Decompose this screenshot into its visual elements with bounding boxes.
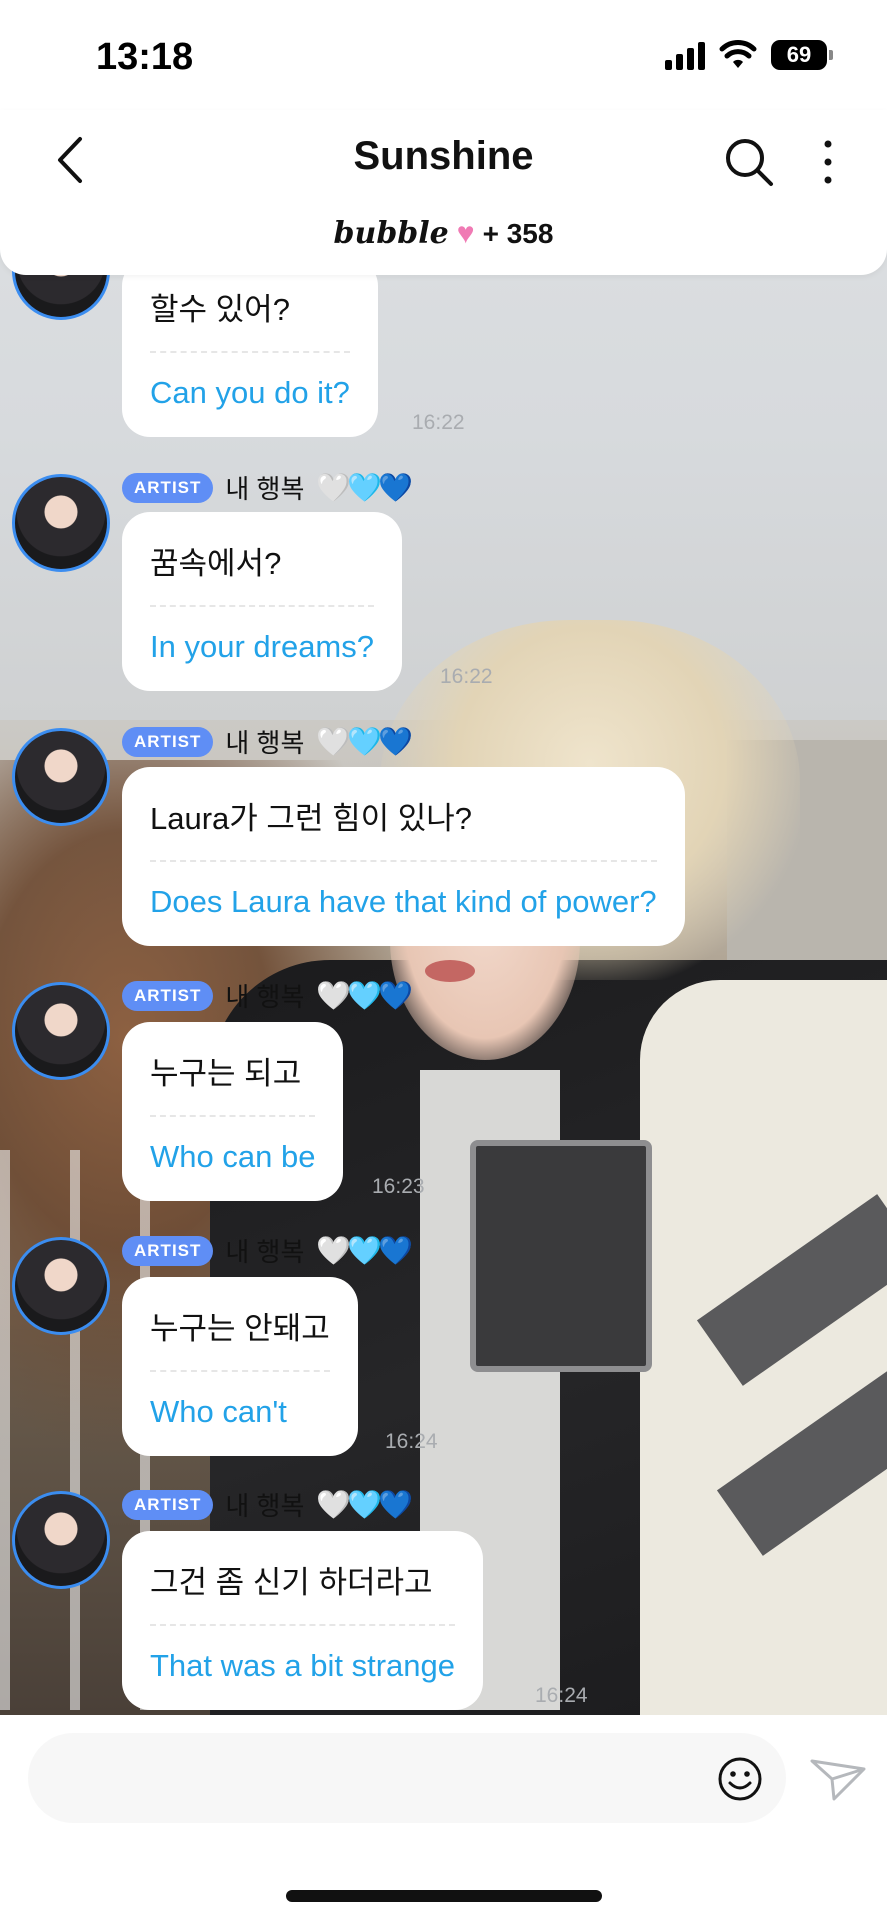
message-korean: Laura가 그런 힘이 있나? <box>150 801 473 836</box>
artist-badge: ARTIST <box>122 980 214 1011</box>
message-korean: 누구는 안돼고 <box>150 1311 330 1346</box>
message-translation: Can you do it? <box>150 375 350 410</box>
message-translation: Who can be <box>150 1139 316 1174</box>
search-icon <box>726 139 773 186</box>
hearts-emoji: 🤍🩵💙 <box>316 726 413 757</box>
more-vertical-icon <box>824 140 832 184</box>
send-icon[interactable] <box>808 1755 868 1803</box>
message-translation: Does Laura have that kind of power? <box>150 884 657 919</box>
message-bubble[interactable]: 꿈속에서? In your dreams? <box>122 512 402 691</box>
message-korean: 꿈속에서? <box>150 546 282 581</box>
sender-name: 내 행복 <box>225 982 305 1012</box>
wifi-icon <box>719 40 757 68</box>
heart-icon: ♥ <box>456 216 475 250</box>
subscription-info: bubble ♥ + 358 <box>0 216 887 251</box>
artist-badge: ARTIST <box>122 1235 214 1266</box>
avatar[interactable] <box>12 474 110 572</box>
sender-name: 내 행복 <box>225 1491 305 1521</box>
artist-badge: ARTIST <box>122 1489 214 1520</box>
message-korean: 그건 좀 신기 하더라고 <box>150 1565 433 1600</box>
message-bubble[interactable]: 할수 있어? Can you do it? <box>122 258 378 437</box>
more-button[interactable] <box>813 134 843 190</box>
sender-name: 내 행복 <box>225 474 305 504</box>
battery-icon: 69 <box>771 40 833 70</box>
search-button[interactable] <box>721 134 777 190</box>
hearts-emoji: 🤍🩵💙 <box>316 1489 413 1520</box>
sender-name: 내 행복 <box>225 1237 305 1267</box>
artist-badge: ARTIST <box>122 726 214 757</box>
message-translation: That was a bit strange <box>150 1648 455 1683</box>
message-time: 16:22 <box>440 665 493 688</box>
message-input[interactable] <box>28 1733 786 1823</box>
status-bar: 13:18 69 <box>0 0 887 110</box>
signal-icon <box>665 40 705 70</box>
hearts-emoji: 🤍🩵💙 <box>316 980 413 1011</box>
hearts-emoji: 🤍🩵💙 <box>316 1235 413 1266</box>
message-time: 16:23 <box>372 1175 425 1198</box>
emoji-icon[interactable] <box>716 1755 764 1803</box>
message-time: 16:24 <box>385 1430 438 1453</box>
status-time: 13:18 <box>96 36 194 78</box>
message-bubble[interactable]: 누구는 안돼고 Who can't <box>122 1277 358 1456</box>
message-time: 16:24 <box>535 1684 588 1707</box>
subscriber-count: + 358 <box>482 217 554 249</box>
message-bubble[interactable]: Laura가 그런 힘이 있나? Does Laura have that ki… <box>122 767 685 946</box>
avatar[interactable] <box>12 982 110 1080</box>
artist-badge: ARTIST <box>122 472 214 503</box>
home-indicator <box>286 1890 602 1902</box>
avatar[interactable] <box>12 728 110 826</box>
message-bubble[interactable]: 누구는 되고 Who can be <box>122 1022 344 1201</box>
hearts-emoji: 🤍🩵💙 <box>316 472 413 503</box>
message-bubble[interactable]: 그건 좀 신기 하더라고 That was a bit strange <box>122 1531 483 1710</box>
message-time: 16:22 <box>412 411 465 434</box>
brand-logo: bubble <box>333 216 449 251</box>
message-translation: Who can't <box>150 1394 287 1429</box>
avatar[interactable] <box>12 1491 110 1589</box>
sender-name: 내 행복 <box>225 728 305 758</box>
message-korean: 누구는 되고 <box>150 1056 302 1091</box>
chat-header: Sunshine bubble ♥ + 358 <box>0 110 887 275</box>
avatar[interactable] <box>12 1237 110 1335</box>
message-translation: In your dreams? <box>150 629 374 664</box>
